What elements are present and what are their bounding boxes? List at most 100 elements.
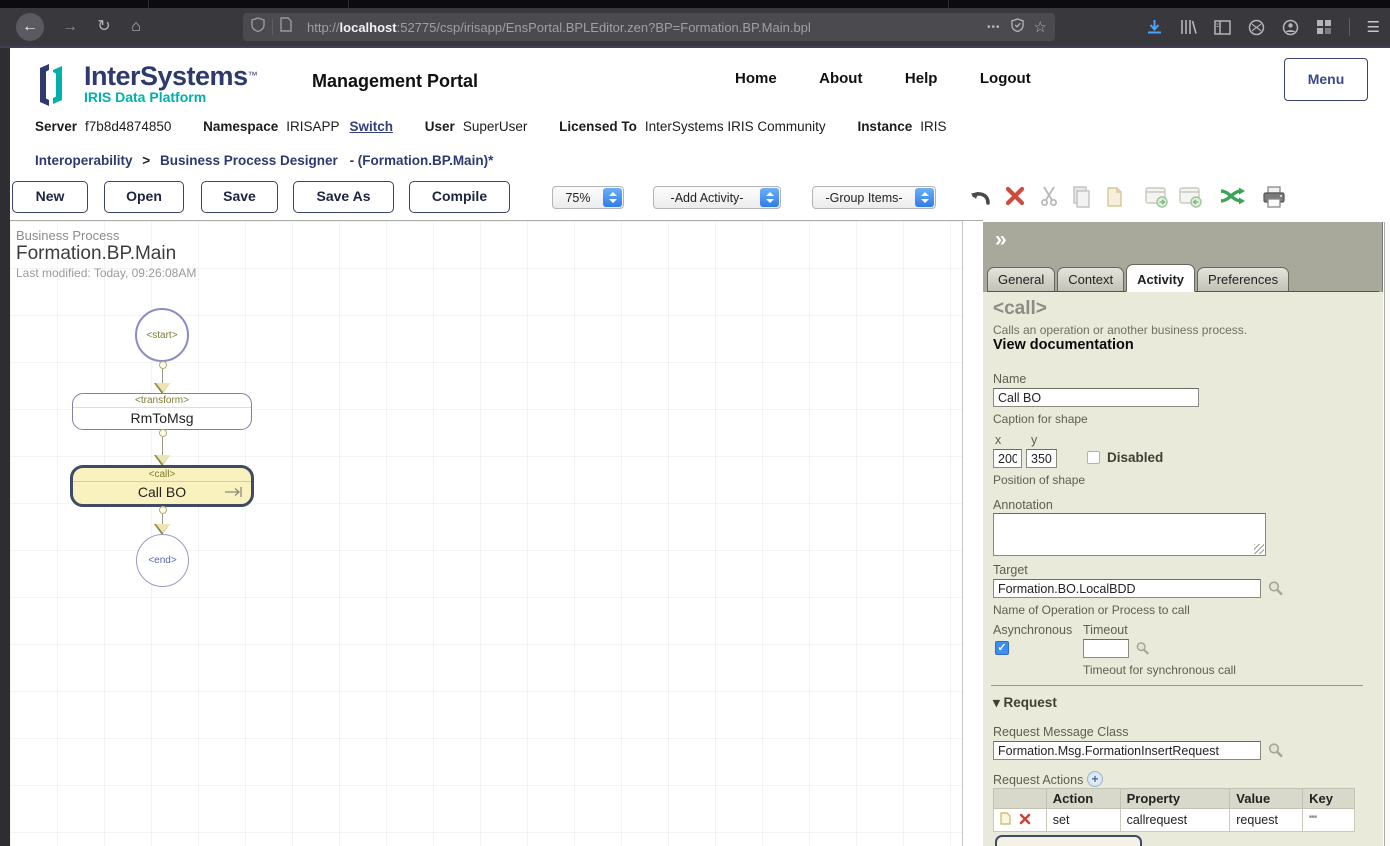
print-icon[interactable] xyxy=(1261,185,1287,211)
compile-button[interactable]: Compile xyxy=(409,181,510,213)
back-button[interactable]: ← xyxy=(16,13,44,41)
annotation-textarea[interactable] xyxy=(993,513,1266,556)
add-activity-select[interactable]: -Add Activity- xyxy=(653,186,781,209)
asynchronous-checkbox[interactable]: ✓ xyxy=(995,641,1009,655)
toolbar-divider xyxy=(1349,18,1350,36)
extensions-icon[interactable] xyxy=(1248,19,1265,36)
request-section-header[interactable]: ▾ Request xyxy=(993,695,1057,711)
y-label: y xyxy=(1031,433,1037,447)
paste-icon[interactable] xyxy=(1103,185,1129,211)
y-input[interactable] xyxy=(1026,449,1057,468)
switch-link[interactable]: Switch xyxy=(350,119,394,134)
save-button[interactable]: Save xyxy=(201,181,278,213)
nav-logout[interactable]: Logout xyxy=(980,70,1031,87)
timeout-search-icon[interactable] xyxy=(1135,641,1150,661)
cut-icon[interactable] xyxy=(1038,185,1064,211)
url-bar[interactable]: http://localhost:52775/csp/irisapp/EnsPo… xyxy=(243,13,1055,41)
row-tools-header xyxy=(994,789,1047,809)
zoom-select[interactable]: 75% xyxy=(552,186,624,209)
end-node[interactable]: <end> xyxy=(136,534,189,587)
url-host: localhost xyxy=(340,20,397,35)
reload-button[interactable]: ↻ xyxy=(90,13,118,41)
sidebar-icon[interactable] xyxy=(1214,20,1231,35)
home-button[interactable]: ⌂ xyxy=(122,13,150,41)
breadcrumb-section[interactable]: Interoperability xyxy=(35,153,133,168)
save-as-button[interactable]: Save As xyxy=(293,181,394,213)
hamburger-menu-icon[interactable]: ☰ xyxy=(1367,18,1380,36)
page-scroll-strip[interactable] xyxy=(1384,222,1390,846)
canvas-kind-label: Business Process xyxy=(16,228,119,243)
tab-separator xyxy=(148,0,149,8)
tab-preferences[interactable]: Preferences xyxy=(1197,267,1289,291)
add-activity-value: -Add Activity- xyxy=(654,191,760,205)
library-icon[interactable] xyxy=(1180,19,1197,35)
canvas-panel-gutter xyxy=(962,220,983,846)
value-cell[interactable]: request xyxy=(1230,809,1303,832)
target-search-icon[interactable] xyxy=(1267,580,1284,602)
x-input[interactable] xyxy=(993,449,1022,468)
disabled-checkbox[interactable] xyxy=(1087,451,1100,464)
downloads-icon[interactable] xyxy=(1146,19,1163,36)
export-icon[interactable] xyxy=(1178,185,1204,211)
nav-about[interactable]: About xyxy=(819,70,862,87)
start-node[interactable]: <start> xyxy=(135,308,189,362)
tab-context[interactable]: Context xyxy=(1057,267,1124,291)
shuffle-icon[interactable] xyxy=(1219,185,1245,211)
forward-button[interactable]: → xyxy=(56,13,84,41)
activity-tab-body: <call> Calls an operation or another bus… xyxy=(983,292,1383,846)
delete-icon[interactable] xyxy=(1004,185,1030,211)
partial-button[interactable] xyxy=(995,835,1142,846)
disabled-label: Disabled xyxy=(1107,450,1163,465)
breadcrumb-page[interactable]: Business Process Designer xyxy=(160,153,338,168)
select-stepper-icon xyxy=(760,188,779,207)
group-items-select[interactable]: -Group Items- xyxy=(812,186,936,209)
call-output-arrow-icon xyxy=(223,486,245,498)
bookmark-star-icon[interactable]: ☆ xyxy=(1034,18,1047,36)
timeout-input[interactable] xyxy=(1083,639,1129,658)
delete-action-icon[interactable] xyxy=(1019,814,1031,828)
copy-icon[interactable] xyxy=(1070,185,1096,211)
tab-activity[interactable]: Activity xyxy=(1126,264,1195,292)
url-text[interactable]: http://localhost:52775/csp/irisapp/EnsPo… xyxy=(307,20,987,35)
tab-general[interactable]: General xyxy=(987,267,1055,291)
async-label: Asynchronous xyxy=(993,623,1072,637)
position-help: Position of shape xyxy=(993,473,1085,487)
transform-node[interactable]: <transform> RmToMsg xyxy=(72,393,252,430)
nav-home[interactable]: Home xyxy=(735,70,777,87)
textarea-resize-grip[interactable] xyxy=(1254,544,1264,554)
property-header: Property xyxy=(1120,789,1230,809)
collapse-panel-icon[interactable]: » xyxy=(995,228,1007,252)
import-icon[interactable] xyxy=(1144,185,1170,211)
call-node-selected[interactable]: <call> Call BO xyxy=(70,465,254,507)
screen: ← → ↻ ⌂ http://localhost:52775/csp/irisa… xyxy=(0,0,1390,846)
instance-label: Instance xyxy=(857,119,912,134)
licensed-value: InterSystems IRIS Community xyxy=(645,119,826,134)
account-icon[interactable] xyxy=(1282,19,1299,36)
breadcrumb: Interoperability > Business Process Desi… xyxy=(35,153,493,168)
url-divider xyxy=(272,19,273,35)
apps-grid-icon[interactable] xyxy=(1316,19,1332,35)
name-input[interactable] xyxy=(993,388,1199,407)
undo-icon[interactable] xyxy=(968,185,994,211)
new-button[interactable]: New xyxy=(12,181,88,213)
connector xyxy=(154,506,171,535)
add-action-icon[interactable]: + xyxy=(1087,771,1103,787)
request-class-search-icon[interactable] xyxy=(1267,742,1284,764)
request-message-class-input[interactable] xyxy=(993,741,1261,760)
nav-help[interactable]: Help xyxy=(905,70,938,87)
open-button[interactable]: Open xyxy=(104,181,184,213)
licensed-label: Licensed To xyxy=(559,119,637,134)
logo-text: InterSystems™ IRIS Data Platform xyxy=(84,61,258,105)
menu-button[interactable]: Menu xyxy=(1284,58,1368,101)
target-input[interactable] xyxy=(993,579,1261,598)
action-cell[interactable]: set xyxy=(1046,809,1120,832)
diagram-canvas[interactable]: Business Process Formation.BP.Main Last … xyxy=(10,220,962,846)
edit-action-icon[interactable] xyxy=(1000,814,1014,828)
key-cell[interactable]: "" xyxy=(1303,809,1355,832)
permissions-shield-icon[interactable] xyxy=(1011,18,1024,37)
view-documentation-link[interactable]: View documentation xyxy=(993,337,1134,353)
property-cell[interactable]: callrequest xyxy=(1120,809,1230,832)
more-actions-icon[interactable]: ••• xyxy=(987,22,1001,33)
page-title: Management Portal xyxy=(312,71,478,92)
shield-icon[interactable] xyxy=(251,17,265,37)
